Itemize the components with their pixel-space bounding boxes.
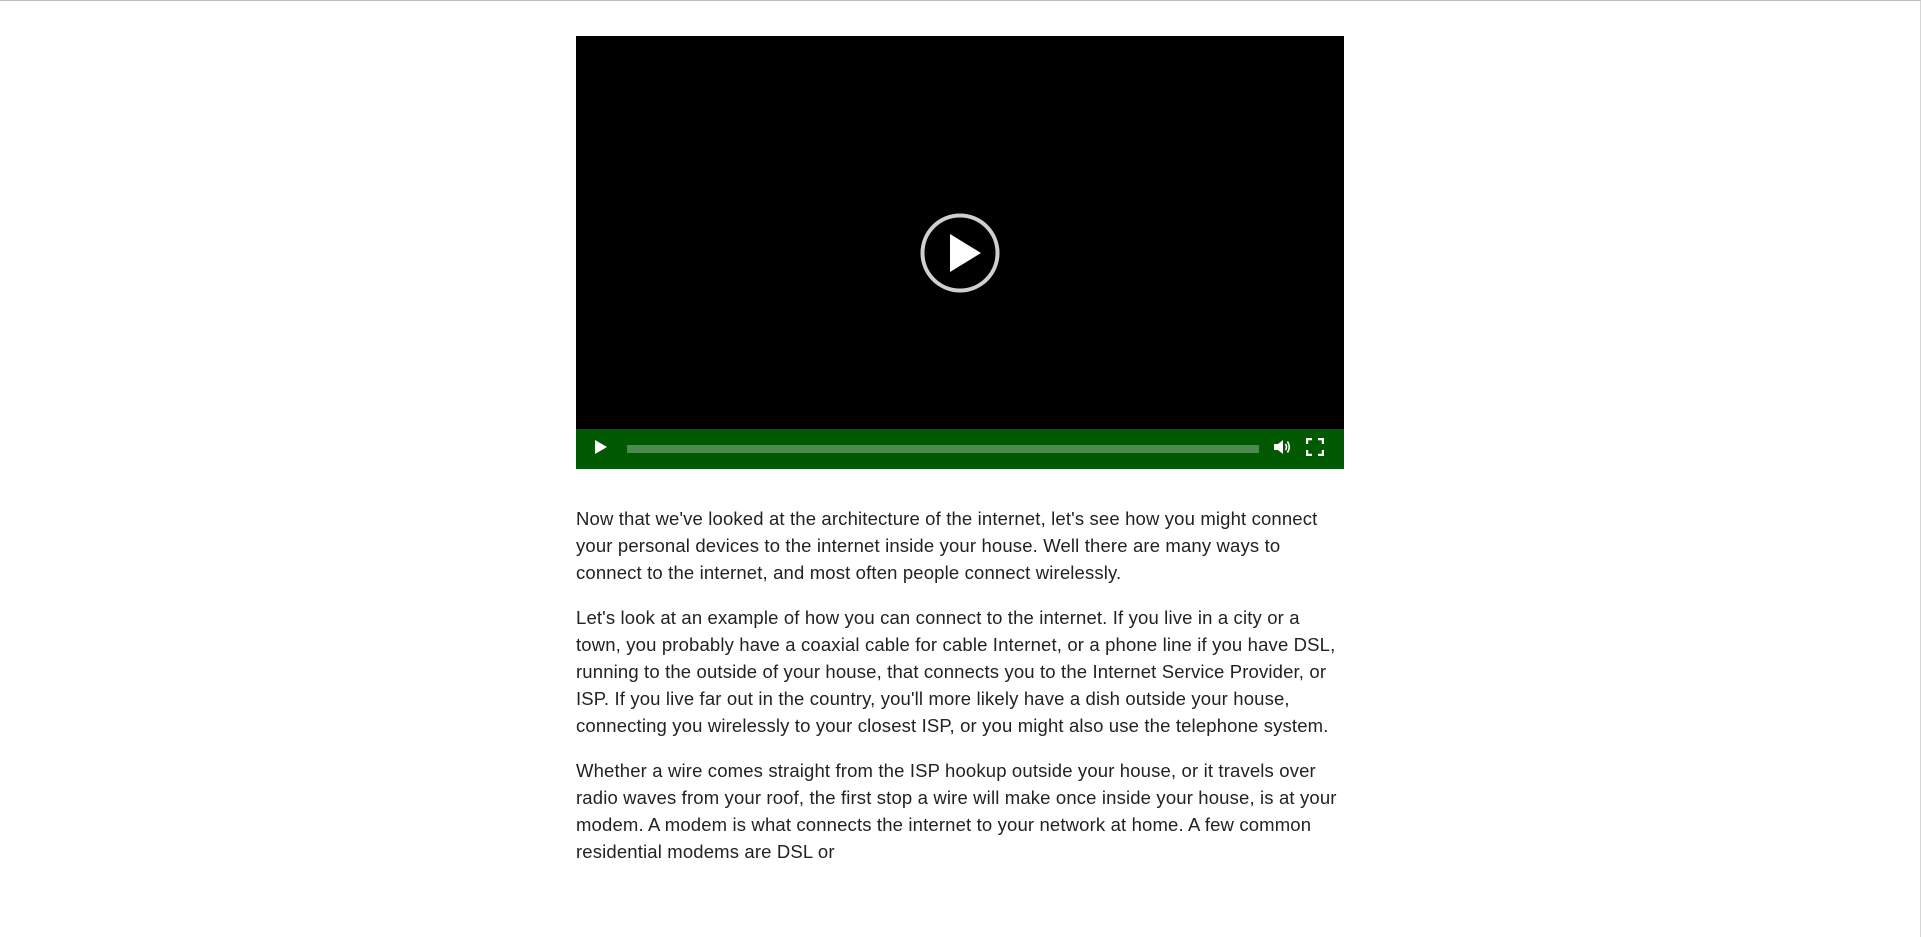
fullscreen-icon — [1305, 437, 1325, 461]
paragraph: Whether a wire comes straight from the I… — [576, 760, 1337, 862]
paragraph: Let's look at an example of how you can … — [576, 607, 1336, 736]
play-circle-icon[interactable] — [920, 213, 1000, 293]
article-text: Now that we've looked at the architectur… — [576, 505, 1344, 865]
fullscreen-button[interactable] — [1303, 437, 1327, 461]
page: Now that we've looked at the architectur… — [0, 0, 1921, 937]
play-icon — [594, 439, 608, 460]
volume-icon — [1273, 438, 1293, 461]
volume-button[interactable] — [1271, 437, 1295, 461]
video-controls — [576, 429, 1344, 469]
video-player[interactable] — [576, 36, 1344, 469]
play-button[interactable] — [589, 437, 613, 461]
main-content: Now that we've looked at the architectur… — [576, 36, 1344, 883]
paragraph: Now that we've looked at the architectur… — [576, 508, 1318, 583]
seek-bar[interactable] — [627, 445, 1259, 453]
